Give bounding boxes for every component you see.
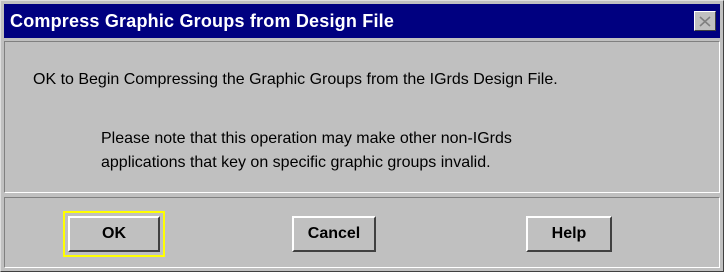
ok-button-focus-ring: OK bbox=[63, 211, 165, 257]
cancel-button[interactable]: Cancel bbox=[292, 216, 376, 252]
confirm-message: OK to Begin Compressing the Graphic Grou… bbox=[33, 71, 558, 88]
dialog-title: Compress Graphic Groups from Design File bbox=[10, 11, 395, 31]
title-bar[interactable]: Compress Graphic Groups from Design File bbox=[4, 4, 720, 38]
warning-note-line-2: applications that key on specific graphi… bbox=[101, 154, 491, 171]
ok-button[interactable]: OK bbox=[68, 216, 160, 252]
warning-note: Please note that this operation may make… bbox=[101, 127, 512, 175]
button-panel: OK Cancel Help bbox=[4, 197, 720, 268]
help-button[interactable]: Help bbox=[526, 216, 612, 252]
message-panel: OK to Begin Compressing the Graphic Grou… bbox=[4, 41, 720, 193]
warning-note-line-1: Please note that this operation may make… bbox=[101, 130, 512, 147]
compress-dialog: Compress Graphic Groups from Design File… bbox=[0, 0, 724, 272]
close-icon bbox=[699, 15, 711, 27]
close-button[interactable] bbox=[694, 11, 716, 31]
